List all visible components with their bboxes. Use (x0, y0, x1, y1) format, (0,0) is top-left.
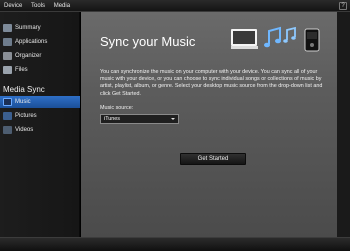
sidebar-item-label: Pictures (15, 113, 37, 119)
sidebar-item-videos[interactable]: Videos (0, 124, 80, 136)
sidebar: Summary Applications Organizer Files Med… (0, 12, 80, 237)
sidebar-item-organizer[interactable]: Organizer (0, 50, 80, 62)
sidebar-item-applications[interactable]: Applications (0, 36, 80, 48)
summary-icon (3, 24, 12, 32)
menu-media[interactable]: Media (50, 0, 73, 12)
sync-illustration (231, 24, 321, 56)
videos-icon (3, 126, 12, 134)
sidebar-item-pictures[interactable]: Pictures (0, 110, 80, 122)
sidebar-item-label: Summary (15, 25, 41, 31)
files-icon (3, 66, 12, 74)
chevron-down-icon (171, 118, 175, 120)
sidebar-item-label: Files (15, 67, 28, 73)
main-panel: Sync your Music You can synchronize the … (81, 12, 337, 237)
music-icon (3, 98, 12, 106)
menu-device[interactable]: Device (0, 0, 25, 12)
sidebar-item-label: Music (15, 99, 31, 105)
computer-music-device-icon (231, 26, 320, 52)
page-title: Sync your Music (100, 34, 196, 49)
music-source-select[interactable]: iTunes (100, 114, 179, 124)
menu-bar: Device Tools Media ? (0, 0, 350, 12)
get-started-button[interactable]: Get Started (180, 153, 246, 165)
sidebar-item-summary[interactable]: Summary (0, 22, 80, 34)
menu-tools[interactable]: Tools (27, 0, 48, 12)
sidebar-item-label: Organizer (15, 53, 42, 59)
media-sync-header: Media Sync (3, 85, 45, 94)
pictures-icon (3, 112, 12, 120)
organizer-icon (3, 52, 12, 60)
sidebar-item-label: Applications (15, 39, 48, 45)
scrollbar[interactable] (337, 12, 350, 237)
music-source-label: Music source: (100, 105, 134, 111)
bottom-bar (0, 237, 350, 251)
sidebar-item-label: Videos (15, 127, 34, 133)
help-button[interactable]: ? (339, 2, 347, 10)
sidebar-item-music[interactable]: Music (0, 96, 80, 108)
applications-icon (3, 38, 12, 46)
description-text: You can synchronize the music on your co… (100, 69, 323, 97)
sidebar-item-files[interactable]: Files (0, 64, 80, 76)
music-source-value: iTunes (104, 116, 120, 122)
